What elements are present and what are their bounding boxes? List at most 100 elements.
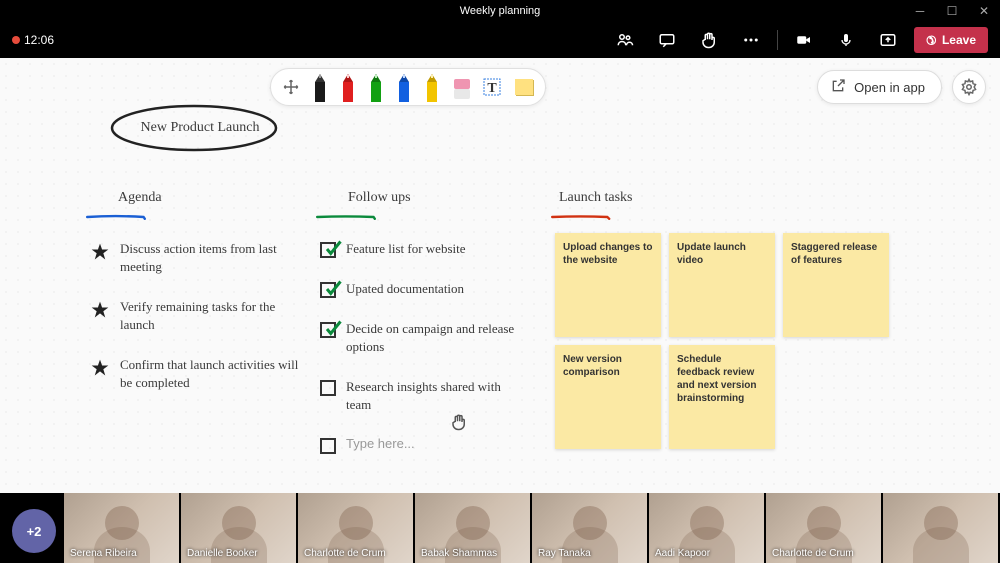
followup-placeholder[interactable]: Type here... <box>346 436 415 451</box>
gear-icon <box>960 78 978 96</box>
participant-tile[interactable]: Serena Ribeira <box>64 493 179 563</box>
checkmark-icon <box>324 320 342 338</box>
participant-name: Charlotte de Crum <box>772 548 854 559</box>
participant-tile[interactable]: Babak Shammas <box>415 493 530 563</box>
leave-button[interactable]: ✆ Leave <box>914 27 988 53</box>
move-tool-icon[interactable] <box>281 77 301 97</box>
open-in-app-label: Open in app <box>854 80 925 95</box>
leave-label: Leave <box>942 33 976 47</box>
agenda-item-text: Confirm that launch activities will be c… <box>120 356 300 392</box>
sticky-text: Schedule feedback review and next versio… <box>677 354 756 404</box>
participant-name: Ray Tanaka <box>538 548 591 559</box>
whiteboard-settings-button[interactable] <box>952 70 986 104</box>
participant-name: Danielle Booker <box>187 548 258 559</box>
minimize-button[interactable]: ─ <box>904 0 936 22</box>
agenda-item: Verify remaining tasks for the launch <box>90 298 300 334</box>
close-button[interactable]: ✕ <box>968 0 1000 22</box>
pen-black[interactable] <box>311 72 329 102</box>
checkmark-icon <box>324 240 342 258</box>
agenda-heading: Agenda <box>118 190 162 206</box>
launch-heading: Launch tasks <box>559 190 632 206</box>
window-title: Weekly planning <box>460 5 541 17</box>
record-icon <box>12 36 20 44</box>
followup-item-text: Feature list for website <box>346 240 466 258</box>
participant-tile[interactable]: Danielle Booker <box>181 493 296 563</box>
checkbox-checked[interactable] <box>320 322 336 338</box>
svg-text:T: T <box>487 81 497 96</box>
participant-name: Serena Ribeira <box>70 548 137 559</box>
followups-heading: Follow ups <box>348 190 411 206</box>
agenda-item-text: Verify remaining tasks for the launch <box>120 298 300 334</box>
sticky-text: New version comparison <box>563 354 622 378</box>
participant-overflow-badge[interactable]: +2 <box>12 509 56 553</box>
followup-item: Upated documentation <box>320 280 540 298</box>
participants-strip: +2 Serena Ribeira Danielle Booker Charlo… <box>0 493 1000 563</box>
followup-item: Feature list for website <box>320 240 540 258</box>
star-icon <box>90 242 110 262</box>
whiteboard-toolbar: T <box>270 68 546 106</box>
followup-item: Research insights shared with team <box>320 378 540 414</box>
meeting-timer: 12:06 <box>24 33 54 47</box>
sticky-note[interactable]: New version comparison <box>555 345 661 449</box>
sticky-notes-grid: Upload changes to the website Update lau… <box>555 233 889 449</box>
phone-icon: ✆ <box>922 31 939 48</box>
recording-indicator: 12:06 <box>12 33 54 47</box>
sticky-text: Upload changes to the website <box>563 242 652 266</box>
agenda-item-text: Discuss action items from last meeting <box>120 240 300 276</box>
agenda-item: Confirm that launch activities will be c… <box>90 356 300 392</box>
camera-icon[interactable] <box>788 22 820 58</box>
sticky-text: Update launch video <box>677 242 746 266</box>
maximize-button[interactable]: ☐ <box>936 0 968 22</box>
pen-yellow[interactable] <box>423 72 441 102</box>
pen-blue[interactable] <box>395 72 413 102</box>
eraser-tool-icon[interactable] <box>451 75 471 99</box>
checkbox-unchecked[interactable] <box>320 380 336 396</box>
followup-item-text: Decide on campaign and release options <box>346 320 526 356</box>
participant-tile[interactable]: Aadi Kapoor <box>649 493 764 563</box>
checkbox-checked[interactable] <box>320 282 336 298</box>
followup-new-item[interactable]: Type here... <box>320 436 540 454</box>
sticky-note[interactable]: Upload changes to the website <box>555 233 661 337</box>
separator <box>777 30 778 50</box>
hand-cursor-icon <box>450 413 470 433</box>
sticky-note[interactable]: Schedule feedback review and next versio… <box>669 345 775 449</box>
participants-icon[interactable] <box>609 22 641 58</box>
whiteboard-canvas[interactable]: T Open in app New Product Launch Agenda … <box>0 58 1000 493</box>
open-external-icon <box>830 78 846 97</box>
sticky-note-tool-icon[interactable] <box>513 76 535 98</box>
pen-red[interactable] <box>339 72 357 102</box>
whiteboard-title-group: New Product Launch <box>110 108 290 158</box>
window-titlebar: Weekly planning ─ ☐ ✕ <box>0 0 1000 22</box>
followups-column: Follow ups Feature list for website Upat… <box>320 188 540 454</box>
agenda-column: Agenda Discuss action items from last me… <box>90 188 300 392</box>
sticky-note[interactable]: Staggered release of features <box>783 233 889 337</box>
launch-column: Launch tasks <box>555 188 885 212</box>
agenda-item: Discuss action items from last meeting <box>90 240 300 276</box>
participant-tile[interactable]: Ray Tanaka <box>532 493 647 563</box>
participant-tile[interactable]: Charlotte de Crum <box>298 493 413 563</box>
more-actions-icon[interactable] <box>735 22 767 58</box>
participant-name: Aadi Kapoor <box>655 548 710 559</box>
microphone-icon[interactable] <box>830 22 862 58</box>
raise-hand-icon[interactable] <box>693 22 725 58</box>
checkmark-icon <box>324 280 342 298</box>
open-in-app-button[interactable]: Open in app <box>817 70 942 104</box>
participant-tile[interactable]: Charlotte de Crum <box>766 493 881 563</box>
followup-item-text: Research insights shared with team <box>346 378 526 414</box>
checkbox-unchecked[interactable] <box>320 438 336 454</box>
followup-item-text: Upated documentation <box>346 280 464 298</box>
star-icon <box>90 358 110 378</box>
share-screen-icon[interactable] <box>872 22 904 58</box>
sticky-note[interactable]: Update launch video <box>669 233 775 337</box>
pen-green[interactable] <box>367 72 385 102</box>
sticky-text: Staggered release of features <box>791 242 877 266</box>
checkbox-checked[interactable] <box>320 242 336 258</box>
participant-name: Babak Shammas <box>421 548 497 559</box>
meeting-bar: 12:06 ✆ Leave <box>0 22 1000 58</box>
chat-icon[interactable] <box>651 22 683 58</box>
followup-item: Decide on campaign and release options <box>320 320 540 356</box>
text-tool-icon[interactable]: T <box>481 76 503 98</box>
participant-name: Charlotte de Crum <box>304 548 386 559</box>
star-icon <box>90 300 110 320</box>
participant-tile[interactable] <box>883 493 998 563</box>
